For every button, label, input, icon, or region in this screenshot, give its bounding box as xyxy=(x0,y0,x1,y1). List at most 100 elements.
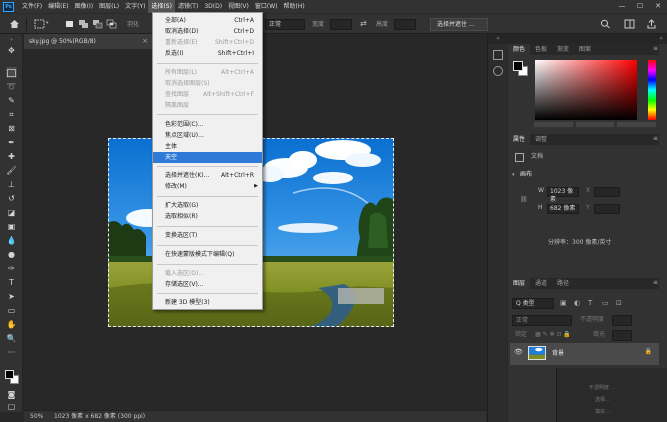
tab-channels[interactable]: 通道 xyxy=(530,278,552,289)
pen-tool-icon[interactable]: ✑ xyxy=(6,263,17,274)
filter-shape-icon[interactable]: ▭ xyxy=(602,299,609,307)
brush-tool-icon[interactable]: 🖌 xyxy=(6,165,17,176)
subtract-selection-icon[interactable] xyxy=(92,19,103,29)
layer-kind-filter[interactable]: Q 类型 xyxy=(512,298,554,309)
hue-slider[interactable] xyxy=(648,60,656,120)
maximize-button[interactable]: ☐ xyxy=(631,0,649,13)
select-menu-item[interactable]: 存储选区(V)... xyxy=(153,279,262,290)
zoom-tool-icon[interactable]: 🔍 xyxy=(6,333,17,344)
collapse-icon[interactable]: « xyxy=(488,34,508,44)
chevron-down-icon[interactable]: ▾ xyxy=(512,172,515,178)
tab-swatches[interactable]: 色板 xyxy=(530,44,552,55)
blend-mode-select[interactable]: 正常 xyxy=(512,315,572,326)
move-tool-icon[interactable]: ✥ xyxy=(6,45,17,56)
menu-item[interactable]: 编辑(E) xyxy=(45,0,71,13)
document-tab[interactable]: sky.jpg @ 50%(RGB/8) × xyxy=(24,34,152,49)
swap-icon[interactable]: ⇄ xyxy=(360,19,367,28)
color-picker-field[interactable] xyxy=(535,60,637,120)
select-menu-item[interactable]: 焦点区域(U)... xyxy=(153,130,262,141)
opacity-field[interactable] xyxy=(612,315,632,326)
menu-item[interactable]: 文字(Y) xyxy=(122,0,148,13)
workspace-icon[interactable] xyxy=(624,19,635,29)
more-tools-icon[interactable]: ··· xyxy=(6,347,17,358)
brush-settings-icon[interactable] xyxy=(493,66,503,76)
quick-selection-tool-icon[interactable]: ✎ xyxy=(6,95,17,106)
hand-tool-icon[interactable]: ✋ xyxy=(6,319,17,330)
search-icon[interactable] xyxy=(600,19,611,29)
filter-smart-icon[interactable]: ⊡ xyxy=(616,299,622,307)
swatch[interactable] xyxy=(534,122,573,127)
document-info[interactable]: 1023 像素 x 682 像素 (300 ppi) xyxy=(54,411,145,422)
select-menu-item[interactable]: 新建 3D 模型(3) xyxy=(153,297,262,308)
panel-dock-header[interactable]: » xyxy=(507,34,667,44)
eraser-tool-icon[interactable]: ◪ xyxy=(6,207,17,218)
foreground-color-swatch[interactable] xyxy=(513,61,523,71)
type-tool-icon[interactable]: T xyxy=(6,277,17,288)
select-menu-item[interactable]: 全部(A) Ctrl+A xyxy=(153,15,262,26)
width-field[interactable]: 1023 像素 xyxy=(547,187,579,203)
select-menu-item[interactable]: 色彩范围(C)... xyxy=(153,119,262,130)
select-menu-item[interactable]: 反选(I) Shift+Ctrl+I xyxy=(153,48,262,59)
eye-icon[interactable]: 👁 xyxy=(514,348,523,356)
link-icon[interactable]: ⛓ xyxy=(520,196,528,203)
zoom-level[interactable]: 50% xyxy=(30,411,43,422)
y-field[interactable] xyxy=(594,204,620,214)
menu-item[interactable]: 图像(I) xyxy=(72,0,96,13)
swatch[interactable] xyxy=(617,122,657,127)
tab-gradients[interactable]: 渐变 xyxy=(552,44,574,55)
select-menu-item[interactable]: 选取相似(R) xyxy=(153,211,262,222)
tab-patterns[interactable]: 图案 xyxy=(574,44,596,55)
clone-stamp-tool-icon[interactable]: ⊥ xyxy=(6,179,17,190)
new-selection-icon[interactable] xyxy=(64,19,75,29)
tab-properties[interactable]: 属性 xyxy=(508,134,531,145)
add-selection-icon[interactable] xyxy=(78,19,89,29)
blur-tool-icon[interactable]: 💧 xyxy=(6,235,17,246)
crop-tool-icon[interactable]: ⌗ xyxy=(6,109,17,120)
filter-pixel-icon[interactable]: ▣ xyxy=(560,299,567,307)
share-icon[interactable] xyxy=(646,19,657,29)
tab-adjustments[interactable]: 调整 xyxy=(530,134,552,145)
frame-tool-icon[interactable]: ⊠ xyxy=(6,123,17,134)
filter-adjust-icon[interactable]: ◐ xyxy=(574,299,580,307)
lock-pixels-icon[interactable]: ▦ ✎ ✥ ⊡ 🔒 xyxy=(535,331,571,338)
menu-item[interactable]: 帮助(H) xyxy=(281,0,308,13)
close-button[interactable]: ✕ xyxy=(649,0,667,13)
intersect-selection-icon[interactable] xyxy=(106,19,117,29)
gradient-tool-icon[interactable]: ▣ xyxy=(6,221,17,232)
panel-menu-icon[interactable]: ≡ xyxy=(653,135,658,142)
height-field[interactable]: 682 像素 xyxy=(547,204,579,214)
panel-menu-icon[interactable]: ≡ xyxy=(653,45,658,52)
minimize-button[interactable]: — xyxy=(613,0,631,13)
home-icon[interactable] xyxy=(9,19,20,29)
foreground-color-swatch[interactable] xyxy=(5,370,14,379)
x-field[interactable] xyxy=(594,187,620,197)
collapse-toolbar-icon[interactable]: » xyxy=(6,37,17,43)
history-panel-icon[interactable] xyxy=(493,50,503,60)
height-field[interactable] xyxy=(394,19,416,30)
select-menu-item[interactable]: 在快速蒙版模式下编辑(Q) xyxy=(153,249,262,260)
menu-item[interactable]: 文件(F) xyxy=(19,0,45,13)
lasso-tool-icon[interactable]: ➰ xyxy=(6,81,17,92)
path-selection-tool-icon[interactable]: ➤ xyxy=(6,291,17,302)
panel-menu-icon[interactable]: ≡ xyxy=(653,279,658,286)
select-menu-item[interactable]: 修改(M) ▶ xyxy=(153,181,262,192)
select-menu-item[interactable]: 变换选区(T) xyxy=(153,230,262,241)
chevron-down-icon[interactable]: ▾ xyxy=(46,20,49,26)
select-menu-item[interactable]: 主体 xyxy=(153,141,262,152)
tab-color[interactable]: 颜色 xyxy=(508,44,531,55)
rectangular-marquee-tool-icon[interactable] xyxy=(6,67,17,78)
fill-field[interactable] xyxy=(612,330,632,341)
menu-item[interactable]: 图层(L) xyxy=(96,0,122,13)
select-menu-item[interactable]: 取消选择(D) Ctrl+D xyxy=(153,26,262,37)
select-and-mask-button[interactable]: 选择并遮住 ... xyxy=(430,18,488,31)
style-select[interactable]: 正常 xyxy=(265,19,305,30)
dodge-tool-icon[interactable]: ● xyxy=(6,249,17,260)
select-menu-item[interactable]: 天空 xyxy=(153,152,262,163)
healing-brush-tool-icon[interactable]: ✚ xyxy=(6,151,17,162)
rectangle-tool-icon[interactable]: ▭ xyxy=(6,305,17,316)
screen-mode-icon[interactable]: ▢ xyxy=(6,401,17,412)
close-tab-icon[interactable]: × xyxy=(142,34,148,49)
marquee-tool-icon[interactable] xyxy=(34,19,45,29)
history-brush-tool-icon[interactable]: ↺ xyxy=(6,193,17,204)
quick-mask-icon[interactable]: ◙ xyxy=(6,389,17,400)
